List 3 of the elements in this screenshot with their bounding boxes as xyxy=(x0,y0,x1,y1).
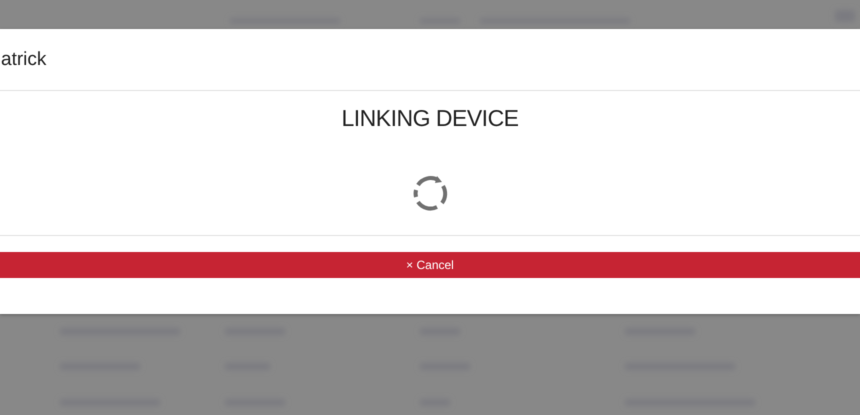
dialog-title: LINKING DEVICE xyxy=(341,105,519,132)
modal-header-text: atrick xyxy=(1,48,46,70)
cancel-button[interactable]: × Cancel xyxy=(0,252,860,278)
